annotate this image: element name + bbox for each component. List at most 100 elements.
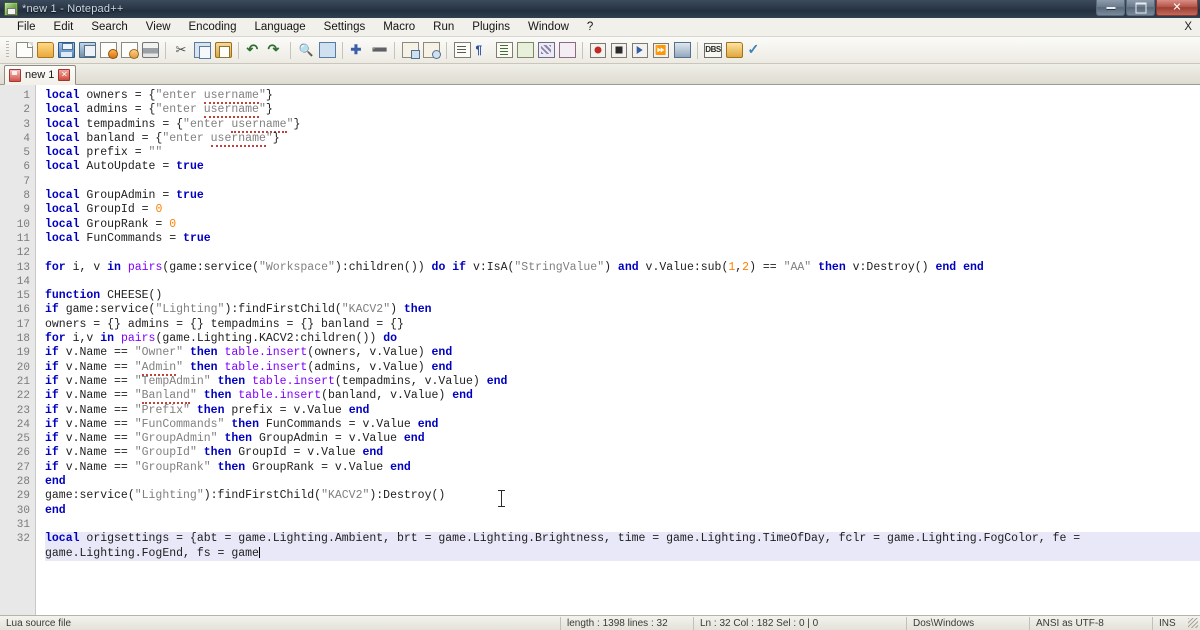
show-all-chars-button[interactable]: ¶ xyxy=(473,40,493,60)
menu-item-encoding[interactable]: Encoding xyxy=(180,18,246,36)
line-number: 28 xyxy=(16,476,30,489)
cut-button[interactable]: ✂ xyxy=(171,40,191,60)
code-line[interactable] xyxy=(45,518,1200,532)
word-wrap-button[interactable] xyxy=(452,40,472,60)
save-all-button[interactable] xyxy=(77,40,97,60)
replace-button[interactable] xyxy=(317,40,337,60)
code-line[interactable]: local FunCommands = true xyxy=(45,232,1200,246)
dbgp-button[interactable]: DBS xyxy=(703,40,723,60)
code-line[interactable]: local prefix = "" xyxy=(45,146,1200,160)
code-line[interactable]: if v.Name == "Admin" then table.insert(a… xyxy=(45,360,1200,376)
code-line[interactable]: local banland = {"enter username"} xyxy=(45,131,1200,147)
tab-new-1[interactable]: new 1 ✕ xyxy=(4,65,77,85)
code-line[interactable]: local tempadmins = {"enter username"} xyxy=(45,117,1200,133)
undo-icon: ↶ xyxy=(246,41,259,57)
code-line[interactable] xyxy=(45,246,1200,260)
code-line[interactable]: game.Lighting.FogEnd, fs = game xyxy=(45,546,1200,561)
menu-item-window[interactable]: Window xyxy=(519,18,578,36)
code-line[interactable]: local GroupId = 0 xyxy=(45,203,1200,217)
menu-item-edit[interactable]: Edit xyxy=(45,18,83,36)
line-number: 27 xyxy=(16,461,30,474)
code-line[interactable]: owners = {} admins = {} tempadmins = {} … xyxy=(45,318,1200,332)
code-line[interactable]: game:service("Lighting"):findFirstChild(… xyxy=(45,489,1200,503)
code-line[interactable]: if v.Name == "Owner" then table.insert(o… xyxy=(45,346,1200,360)
menu-item-settings[interactable]: Settings xyxy=(315,18,375,36)
code-line[interactable]: for i, v in pairs(game:service("Workspac… xyxy=(45,261,1200,275)
line-number: 13 xyxy=(16,261,30,274)
undo-button[interactable]: ↶ xyxy=(244,40,264,60)
spell-check-button[interactable]: ✓ xyxy=(745,40,765,60)
menu-item-help[interactable]: ? xyxy=(578,18,602,36)
play-macro-button[interactable] xyxy=(630,40,650,60)
menu-item-run[interactable]: Run xyxy=(424,18,463,36)
indent-guide-button[interactable] xyxy=(494,40,514,60)
code-line[interactable]: if v.Name == "GroupRank" then GroupRank … xyxy=(45,461,1200,475)
sync-vertical-scroll-icon xyxy=(401,42,420,59)
code-line[interactable]: if v.Name == "Prefix" then prefix = v.Va… xyxy=(45,404,1200,418)
menu-item-plugins[interactable]: Plugins xyxy=(463,18,519,36)
close-button[interactable]: ✕ xyxy=(1156,0,1198,16)
close-document-button[interactable]: X xyxy=(1184,21,1192,33)
tab-bar: new 1 ✕ xyxy=(0,64,1200,85)
print-button[interactable] xyxy=(140,40,160,60)
function-list-button[interactable] xyxy=(557,40,577,60)
open-file-button[interactable] xyxy=(35,40,55,60)
editor-area[interactable]: 1 2 3 4 5 6 7 8 9 10 11 12 13 14 15 16 17 18 19 20 21 22 23 24 2… xyxy=(0,85,1200,616)
code-line[interactable]: function CHEESE() xyxy=(45,289,1200,303)
paste-button[interactable] xyxy=(213,40,233,60)
menu-item-search[interactable]: Search xyxy=(82,18,136,36)
start-record-macro-button[interactable] xyxy=(588,40,608,60)
code-line[interactable]: local owners = {"enter username"} xyxy=(45,89,1200,104)
zoom-out-button[interactable]: ➖ xyxy=(369,40,389,60)
code-line[interactable] xyxy=(45,275,1200,289)
sync-horizontal-scroll-button[interactable] xyxy=(421,40,441,60)
tab-close-icon[interactable]: ✕ xyxy=(58,69,71,81)
toolbar-grip[interactable] xyxy=(6,41,9,59)
code-line[interactable] xyxy=(45,175,1200,189)
line-number: 1 xyxy=(23,90,30,102)
code-line[interactable]: if v.Name == "GroupAdmin" then GroupAdmi… xyxy=(45,432,1200,446)
close-all-files-button[interactable] xyxy=(119,40,139,60)
window-controls: ✕ xyxy=(1095,0,1198,17)
sync-vertical-scroll-button[interactable] xyxy=(400,40,420,60)
menu-item-file[interactable]: File xyxy=(8,18,45,36)
code-line[interactable]: if v.Name == "TempAdmin" then table.inse… xyxy=(45,375,1200,389)
resize-grip[interactable] xyxy=(1188,618,1198,628)
line-number: 12 xyxy=(16,247,30,260)
code-line[interactable]: for i,v in pairs(game.Lighting.KACV2:chi… xyxy=(45,332,1200,346)
line-number: 2 xyxy=(23,104,30,117)
copy-button[interactable] xyxy=(192,40,212,60)
user-defined-dialog-button[interactable] xyxy=(515,40,535,60)
open-folder-button[interactable] xyxy=(724,40,744,60)
code-line[interactable]: if v.Name == "GroupId" then GroupId = v.… xyxy=(45,446,1200,460)
code-line[interactable]: local AutoUpdate = true xyxy=(45,160,1200,174)
save-macro-button[interactable] xyxy=(672,40,692,60)
zoom-in-button[interactable]: ✚ xyxy=(348,40,368,60)
run-macro-multiple-button[interactable]: ⏩ xyxy=(651,40,671,60)
code-line[interactable]: local GroupRank = 0 xyxy=(45,218,1200,232)
dbgp-icon: DBS xyxy=(704,42,722,58)
code-line[interactable]: if v.Name == "FunCommands" then FunComma… xyxy=(45,418,1200,432)
code-line[interactable]: local GroupAdmin = true xyxy=(45,189,1200,203)
code-line[interactable]: local admins = {"enter username"} xyxy=(45,103,1200,119)
maximize-button[interactable] xyxy=(1126,0,1155,16)
save-button[interactable] xyxy=(56,40,76,60)
find-button[interactable]: 🔍 xyxy=(296,40,316,60)
show-doc-map-button[interactable] xyxy=(536,40,556,60)
new-file-button[interactable] xyxy=(14,40,34,60)
line-number: 4 xyxy=(23,132,30,145)
code-line[interactable]: end xyxy=(45,475,1200,489)
menu-item-macro[interactable]: Macro xyxy=(374,18,424,36)
menu-item-view[interactable]: View xyxy=(137,18,180,36)
stop-record-macro-button[interactable] xyxy=(609,40,629,60)
menu-item-language[interactable]: Language xyxy=(245,18,314,36)
run-macro-multiple-icon: ⏩ xyxy=(653,42,669,58)
minimize-button[interactable] xyxy=(1096,0,1125,16)
code-line[interactable]: end xyxy=(45,504,1200,518)
close-file-button[interactable] xyxy=(98,40,118,60)
code-line[interactable]: local origsettings = {abt = game.Lightin… xyxy=(45,532,1200,547)
code-line[interactable]: if game:service("Lighting"):findFirstChi… xyxy=(45,303,1200,317)
code-text-area[interactable]: local owners = {"enter username"} local a… xyxy=(36,85,1200,615)
code-line[interactable]: if v.Name == "Banland" then table.insert… xyxy=(45,389,1200,405)
redo-button[interactable]: ↷ xyxy=(265,40,285,60)
